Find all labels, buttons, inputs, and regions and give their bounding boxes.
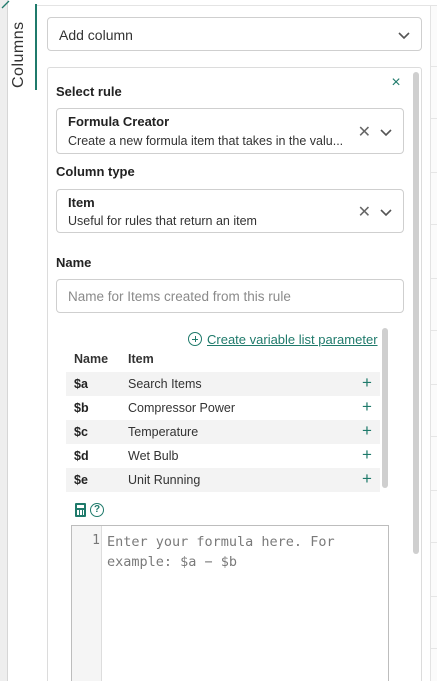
select-rule-dropdown[interactable]: Formula Creator Create a new formula ite… — [56, 108, 404, 154]
variable-name: $c — [74, 425, 88, 439]
variable-row: $c Temperature + — [66, 420, 380, 444]
select-rule-label: Select rule — [56, 84, 122, 99]
variable-name: $a — [74, 377, 88, 391]
calculator-icon[interactable] — [75, 503, 86, 517]
divider — [37, 5, 437, 6]
variable-row: $e Unit Running + — [66, 468, 380, 492]
add-icon[interactable]: + — [362, 422, 372, 440]
variable-name: $b — [74, 401, 89, 415]
selected-rule-description: Create a new formula item that takes in … — [68, 134, 344, 148]
add-circle-icon — [188, 332, 202, 346]
tab-columns-label: Columns — [10, 21, 27, 88]
left-strip — [0, 0, 10, 681]
variable-name: $e — [74, 473, 88, 487]
formula-editor[interactable]: 1 Enter your formula here. For example: … — [71, 525, 389, 681]
line-number: 1 — [92, 533, 100, 548]
variable-item: Wet Bulb — [128, 449, 179, 463]
add-column-select[interactable]: Add column — [47, 17, 422, 51]
formula-placeholder: Enter your formula here. For example: $a… — [107, 534, 343, 570]
header-name: Name — [74, 352, 109, 366]
close-icon[interactable]: × — [389, 75, 403, 91]
chevron-down-icon — [380, 129, 392, 137]
clear-icon[interactable]: ✕ — [358, 202, 371, 222]
add-icon[interactable]: + — [362, 374, 372, 392]
add-icon[interactable]: + — [362, 446, 372, 464]
variable-item: Temperature — [128, 425, 199, 439]
variable-item: Compressor Power — [128, 401, 235, 415]
add-icon[interactable]: + — [362, 398, 372, 416]
variable-item: Unit Running — [128, 473, 201, 487]
variables-header: Name Item — [66, 352, 380, 372]
add-column-label: Add column — [59, 27, 133, 43]
formula-toolbar: ? — [75, 502, 104, 518]
chevron-down-icon — [380, 209, 392, 217]
variable-row: $d Wet Bulb + — [66, 444, 380, 468]
tab-columns[interactable]: Columns — [8, 4, 37, 90]
variable-item: Search Items — [128, 377, 202, 391]
grid-edge — [430, 6, 437, 681]
variables-scrollbar[interactable] — [382, 328, 388, 488]
column-type-description: Useful for rules that return an item — [68, 214, 257, 228]
name-input[interactable] — [56, 279, 404, 313]
chevron-down-icon — [398, 32, 410, 40]
line-gutter: 1 — [72, 526, 102, 681]
help-icon[interactable]: ? — [90, 503, 104, 517]
name-label: Name — [56, 255, 92, 270]
clear-icon[interactable]: ✕ — [358, 122, 371, 142]
variable-row: $a Search Items + — [66, 372, 380, 396]
selected-rule-title: Formula Creator — [68, 114, 170, 129]
create-variable-list-parameter-link[interactable]: Create variable list parameter — [188, 330, 378, 348]
column-type-dropdown[interactable]: Item Useful for rules that return an ite… — [56, 189, 404, 233]
add-icon[interactable]: + — [362, 470, 372, 488]
header-item: Item — [128, 352, 154, 366]
variable-row: $b Compressor Power + — [66, 396, 380, 420]
column-type-title: Item — [68, 195, 95, 210]
column-type-label: Column type — [56, 164, 135, 179]
variable-name: $d — [74, 449, 89, 463]
create-variable-label: Create variable list parameter — [207, 331, 378, 347]
panel-scrollbar[interactable] — [413, 72, 419, 554]
